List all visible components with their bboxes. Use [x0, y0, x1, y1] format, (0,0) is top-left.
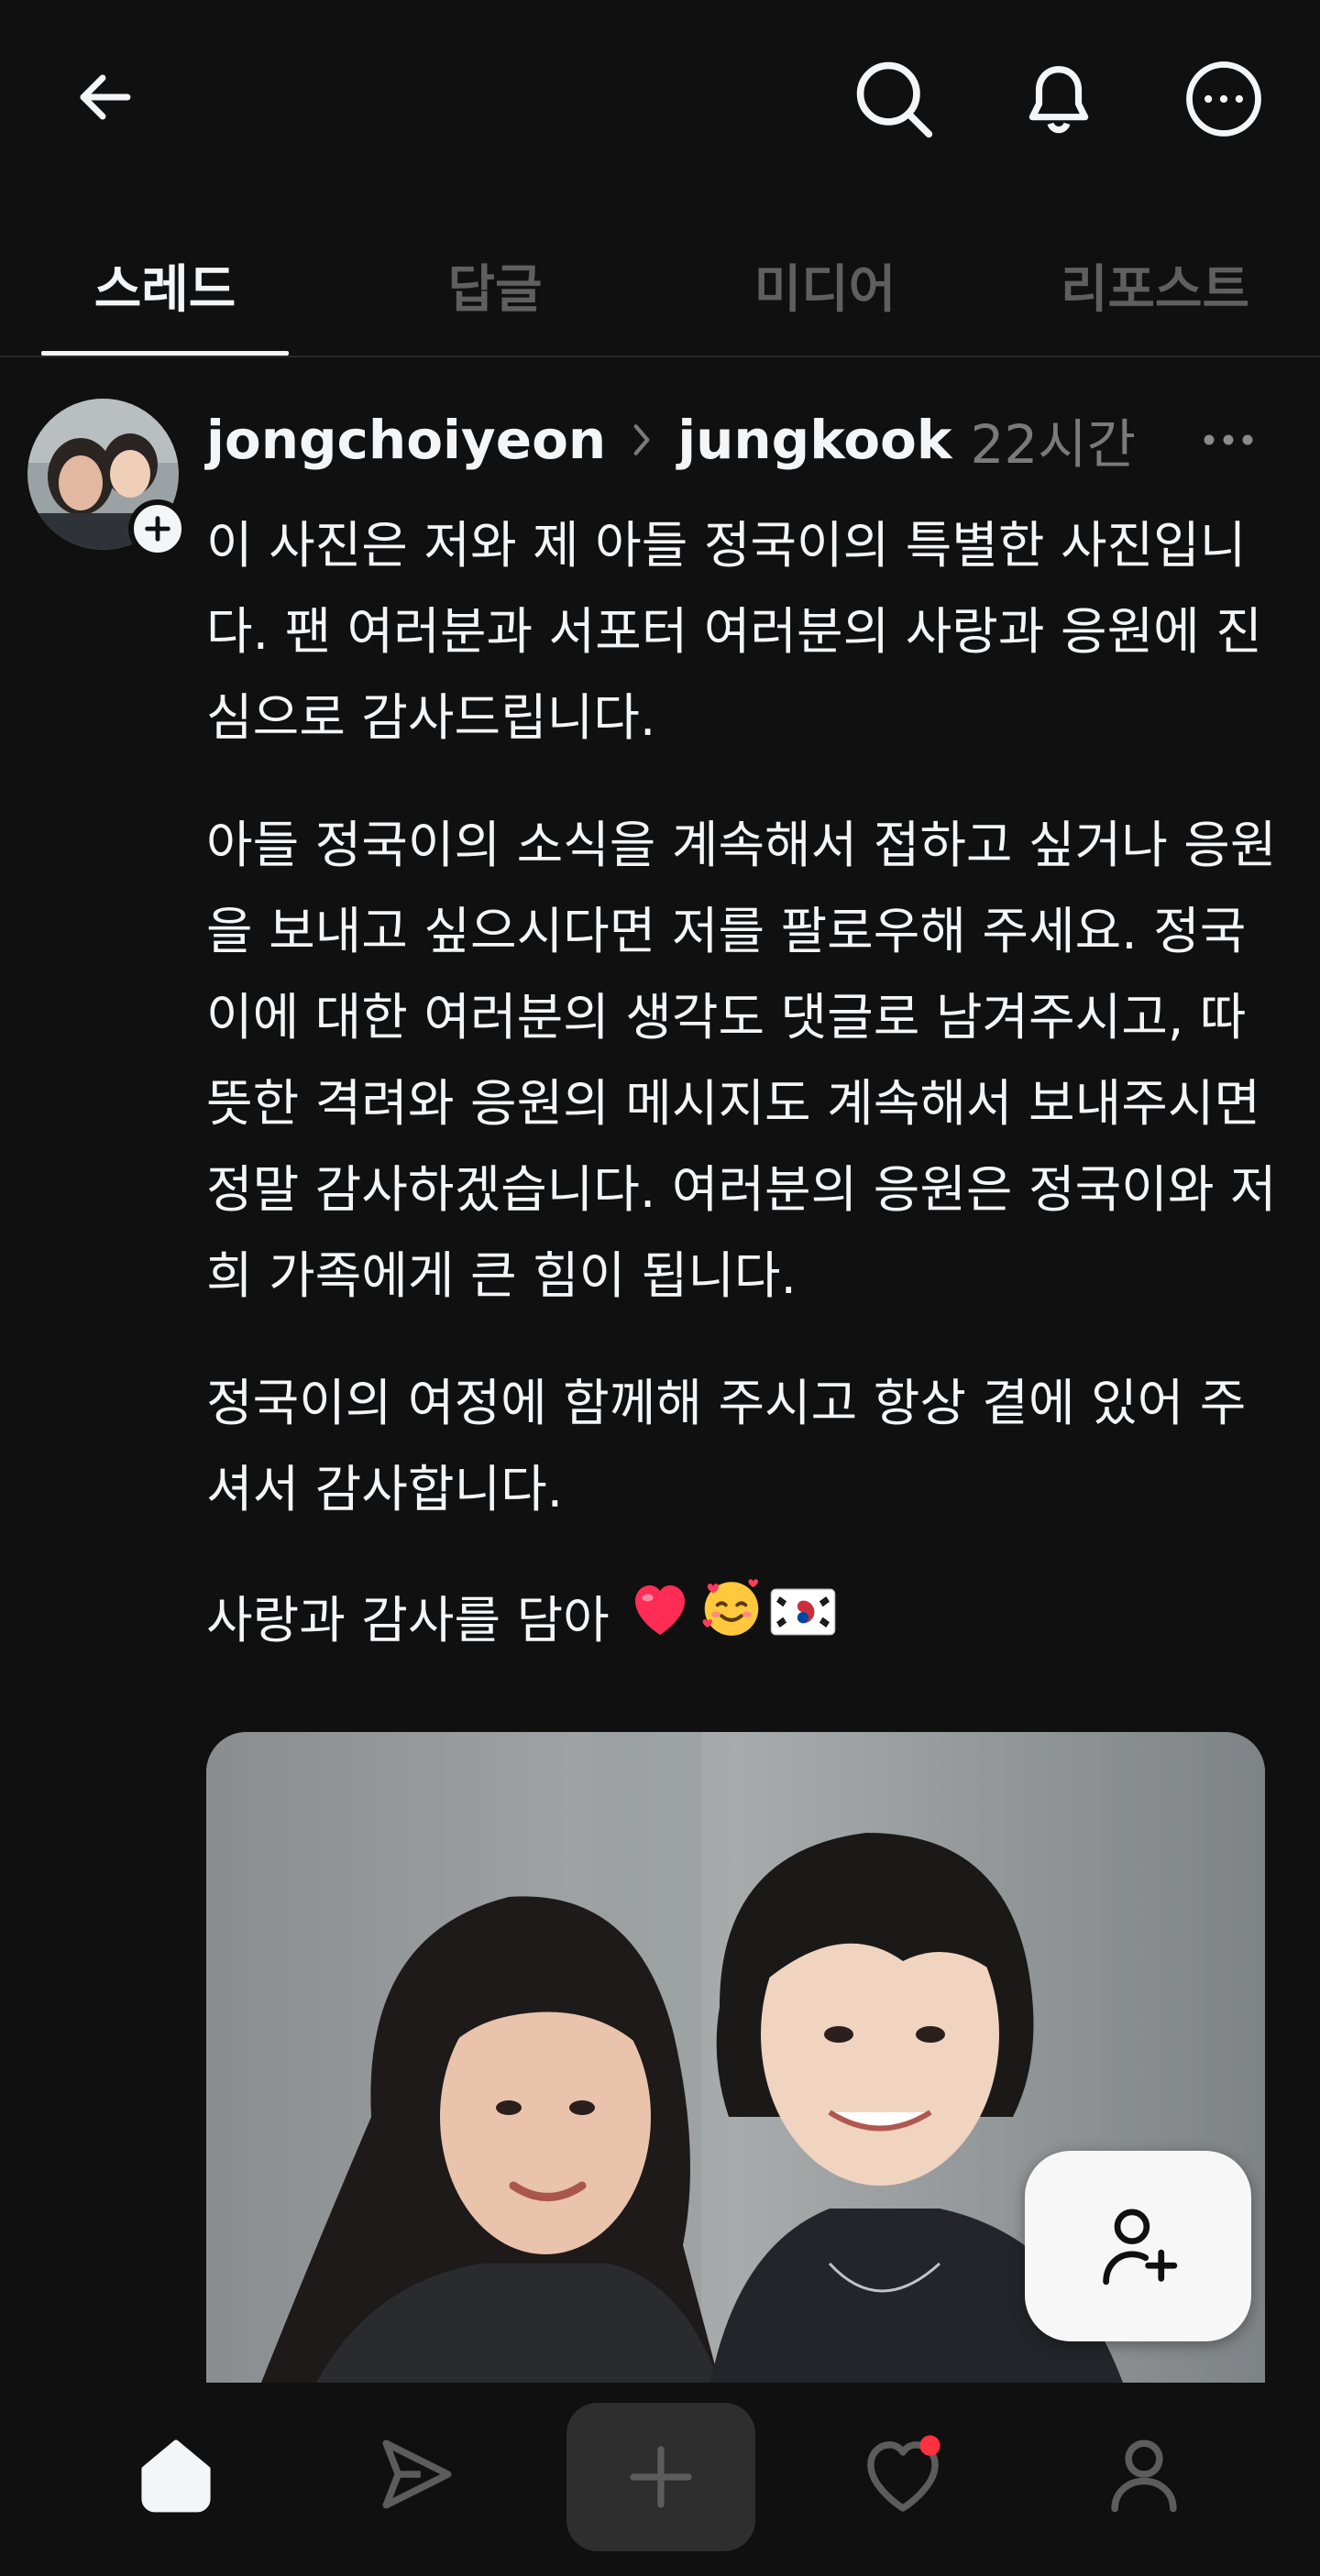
search-button[interactable] [848, 53, 940, 145]
person-icon [1111, 2439, 1177, 2513]
more-options-button[interactable] [1178, 53, 1270, 145]
post-body: 이 사진은 저와 제 아들 정국이의 특별한 사진입니다. 팬 여러분과 서포터… [206, 502, 1288, 1667]
ellipsis-icon [1204, 434, 1253, 445]
bottom-navigation [0, 2383, 1320, 2576]
smiling-face-with-hearts-icon [698, 1573, 765, 1667]
search-icon [856, 61, 933, 138]
author-username[interactable]: jongchoiyeon [206, 409, 606, 471]
post-more-button[interactable] [1192, 417, 1265, 463]
notifications-button[interactable] [1013, 53, 1105, 145]
post-paragraph: 이 사진은 저와 제 아들 정국이의 특별한 사진입니다. 팬 여러분과 서포터… [206, 516, 1262, 747]
nav-activity[interactable] [848, 2419, 958, 2529]
more-circle-icon [1186, 61, 1261, 137]
post-header: jongchoiyeon jungkook 22시간 [206, 403, 1136, 477]
home-icon [141, 2439, 211, 2513]
top-bar [0, 0, 1320, 197]
red-heart-icon [626, 1577, 694, 1663]
nav-profile[interactable] [1089, 2419, 1199, 2529]
nav-direct[interactable] [362, 2419, 472, 2529]
tab-reposts[interactable]: 리포스트 [1031, 235, 1279, 335]
active-tab-indicator [41, 351, 289, 356]
post-timestamp: 22시간 [970, 413, 1137, 476]
nav-create[interactable] [566, 2403, 755, 2551]
nav-home[interactable] [121, 2419, 231, 2529]
person-add-icon [1102, 2209, 1177, 2286]
notification-dot [919, 2435, 940, 2456]
follow-fab-button[interactable] [1025, 2151, 1251, 2341]
tab-threads[interactable]: 스레드 [41, 235, 289, 335]
post-closing-line: 사랑과 감사를 담아 [206, 1573, 1288, 1667]
back-button[interactable] [64, 60, 147, 134]
chevron-right-icon [632, 422, 652, 457]
post-paragraph: 정국이의 여정에 함께해 주시고 항상 곁에 있어 주셔서 감사합니다. [206, 1374, 1247, 1518]
reply-to-username[interactable]: jungkook [677, 409, 952, 471]
arrow-left-icon [80, 74, 131, 120]
follow-author-button[interactable] [128, 499, 187, 558]
plus-icon [145, 516, 170, 542]
plus-icon [630, 2446, 692, 2508]
post-paragraph: 사랑과 감사를 담아 [206, 1591, 610, 1650]
tab-media[interactable]: 미디어 [701, 235, 949, 335]
post-paragraph: 아들 정국이의 소식을 계속해서 접하고 싶거나 응원을 보내고 싶으시다면 저… [206, 816, 1277, 1305]
bell-icon [1028, 66, 1089, 134]
profile-tabs: 스레드 답글 미디어 리포스트 [0, 220, 1320, 357]
south-korea-flag-icon [769, 1577, 837, 1663]
send-icon [382, 2439, 452, 2509]
heart-icon [867, 2435, 940, 2512]
tab-replies[interactable]: 답글 [371, 235, 619, 335]
